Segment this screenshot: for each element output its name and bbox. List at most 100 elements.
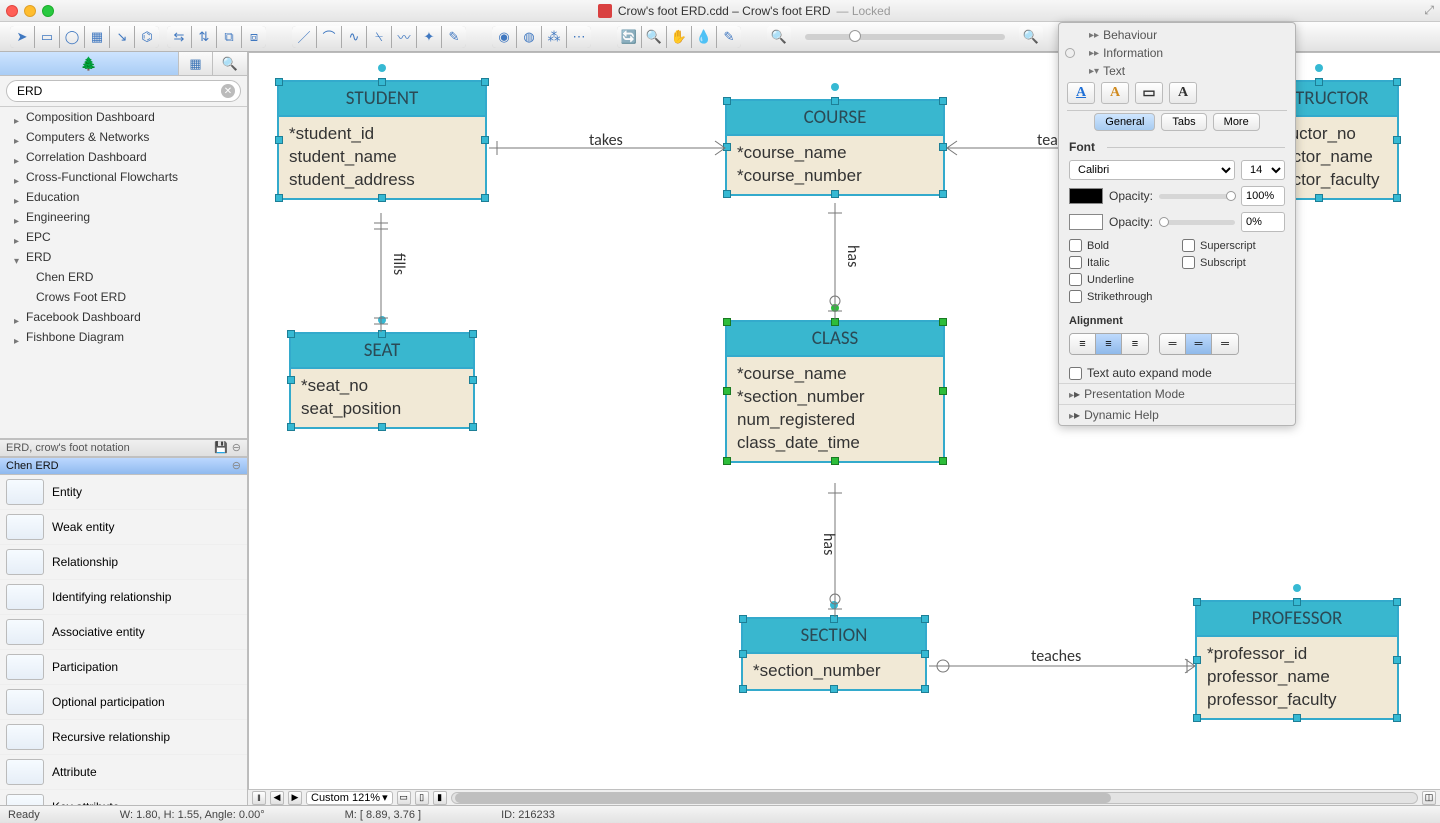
selection-handle[interactable] (739, 685, 747, 693)
selection-handle[interactable] (481, 78, 489, 86)
selection-handle[interactable] (739, 615, 747, 623)
rotate-handle[interactable] (1293, 584, 1301, 592)
rotate-handle[interactable] (831, 83, 839, 91)
h-scrollbar[interactable] (451, 792, 1418, 804)
library-search-input[interactable] (6, 80, 241, 102)
selection-handle[interactable] (469, 423, 477, 431)
stencil-shape[interactable]: Optional participation (0, 685, 247, 720)
selection-handle[interactable] (1293, 714, 1301, 722)
strikethrough-checkbox[interactable]: Strikethrough (1069, 290, 1172, 303)
zoom-in-icon[interactable]: 🔍 (642, 26, 666, 48)
split-view-button[interactable]: ◫ (1422, 791, 1436, 805)
tree-item[interactable]: Education (0, 187, 247, 207)
freehand-tool[interactable]: ✎ (442, 26, 466, 48)
stencil-shape[interactable]: Entity (0, 475, 247, 510)
arc-tool[interactable]: ⌒ (317, 26, 341, 48)
clear-search-icon[interactable]: ✕ (221, 84, 235, 98)
hand-tool[interactable]: ✋ (667, 26, 691, 48)
stencil-shape[interactable]: Relationship (0, 545, 247, 580)
tree-item[interactable]: Chen ERD (0, 267, 247, 287)
tree-item[interactable]: Cross-Functional Flowcharts (0, 167, 247, 187)
selection-handle[interactable] (287, 423, 295, 431)
font-size-select[interactable]: 14 (1241, 160, 1285, 180)
cluster-tool[interactable]: ⁂ (542, 26, 566, 48)
selection-handle[interactable] (1393, 194, 1401, 202)
line-tool[interactable]: ／ (292, 26, 316, 48)
selection-handle[interactable] (275, 78, 283, 86)
superscript-checkbox[interactable]: Superscript (1182, 239, 1285, 252)
tree-item[interactable]: Engineering (0, 207, 247, 227)
fullscreen-icon[interactable]: ⤢ (1424, 3, 1434, 18)
selection-handle[interactable] (723, 457, 731, 465)
selection-handle[interactable] (939, 457, 947, 465)
selection-handle[interactable] (723, 387, 731, 395)
stencil-shape[interactable]: Identifying relationship (0, 580, 247, 615)
text-style-a-icon[interactable]: A (1067, 82, 1095, 104)
selection-handle[interactable] (469, 330, 477, 338)
page-next-button[interactable]: ▶ (288, 791, 302, 805)
text-highlight-icon[interactable]: A (1101, 82, 1129, 104)
selection-handle[interactable] (921, 685, 929, 693)
entity-professor[interactable]: PROFESSOR *professor_idprofessor_namepro… (1195, 600, 1399, 720)
rotate-handle[interactable] (830, 601, 838, 609)
group-tool[interactable]: ⧉ (217, 26, 241, 48)
minimize-window-button[interactable] (24, 5, 36, 17)
rotate-handle[interactable] (378, 316, 386, 324)
bg-opacity-input[interactable] (1241, 212, 1285, 232)
selection-handle[interactable] (831, 97, 839, 105)
align-center[interactable]: ≡ (1096, 334, 1122, 354)
selection-handle[interactable] (378, 78, 386, 86)
stencil-shape[interactable]: Key attribute (0, 790, 247, 806)
tree-item[interactable]: Composition Dashboard (0, 107, 247, 127)
selection-handle[interactable] (1315, 78, 1323, 86)
entity-class[interactable]: CLASS *course_name*section_numbernum_reg… (725, 320, 945, 463)
selection-handle[interactable] (723, 190, 731, 198)
selection-handle[interactable] (921, 650, 929, 658)
valign-bottom[interactable]: ═ (1212, 334, 1238, 354)
entity-section[interactable]: SECTION *section_number (741, 617, 927, 691)
section-behaviour[interactable]: ▸Behaviour (1081, 26, 1289, 44)
tree-item[interactable]: Crows Foot ERD (0, 287, 247, 307)
section-presentation-mode[interactable]: ▸Presentation Mode (1059, 383, 1295, 404)
stencil-header-chen-erd[interactable]: Chen ERD ⊖ (0, 457, 247, 475)
save-stencil-icon[interactable]: 💾 (214, 441, 228, 454)
underline-checkbox[interactable]: Underline (1069, 273, 1172, 286)
selection-handle[interactable] (275, 194, 283, 202)
eyedropper-tool[interactable]: 💧 (692, 26, 716, 48)
text-opacity-slider[interactable] (1159, 194, 1235, 199)
selection-handle[interactable] (1393, 136, 1401, 144)
selection-handle[interactable] (1393, 714, 1401, 722)
zoom-in-button[interactable]: 🔍 (1019, 26, 1043, 48)
stencil-shape[interactable]: Participation (0, 650, 247, 685)
ellipse-tool[interactable]: ◯ (60, 26, 84, 48)
rect-tool[interactable]: ▭ (35, 26, 59, 48)
section-text[interactable]: ▾Text (1081, 62, 1289, 80)
tree-item[interactable]: EPC (0, 227, 247, 247)
align-tool[interactable]: ⇆ (167, 26, 191, 48)
distribute-tool[interactable]: ⇅ (192, 26, 216, 48)
pointer-tool[interactable]: ➤ (10, 26, 34, 48)
selection-handle[interactable] (469, 376, 477, 384)
zoom-window-button[interactable] (42, 5, 54, 17)
tree-item[interactable]: Computers & Networks (0, 127, 247, 147)
bold-checkbox[interactable]: Bold (1069, 239, 1172, 252)
stencil-shape[interactable]: Attribute (0, 755, 247, 790)
selection-handle[interactable] (1393, 78, 1401, 86)
valign-top[interactable]: ═ (1160, 334, 1186, 354)
curve-tool[interactable]: ∿ (342, 26, 366, 48)
connector-tool[interactable]: ↘ (110, 26, 134, 48)
selection-handle[interactable] (939, 190, 947, 198)
section-dynamic-help[interactable]: ▸Dynamic Help (1059, 404, 1295, 425)
selection-handle[interactable] (921, 615, 929, 623)
tree-item[interactable]: Correlation Dashboard (0, 147, 247, 167)
selection-handle[interactable] (287, 376, 295, 384)
close-stencil-icon[interactable]: ⊖ (232, 441, 241, 454)
selection-handle[interactable] (378, 330, 386, 338)
text-font-icon[interactable]: A (1169, 82, 1197, 104)
tree-tool[interactable]: ⌬ (135, 26, 159, 48)
zoom-slider[interactable] (805, 34, 1005, 40)
selection-handle[interactable] (939, 387, 947, 395)
auto-expand-checkbox[interactable]: Text auto expand mode (1069, 366, 1212, 380)
close-stencil-icon[interactable]: ⊖ (232, 459, 241, 472)
text-opacity-input[interactable] (1241, 186, 1285, 206)
